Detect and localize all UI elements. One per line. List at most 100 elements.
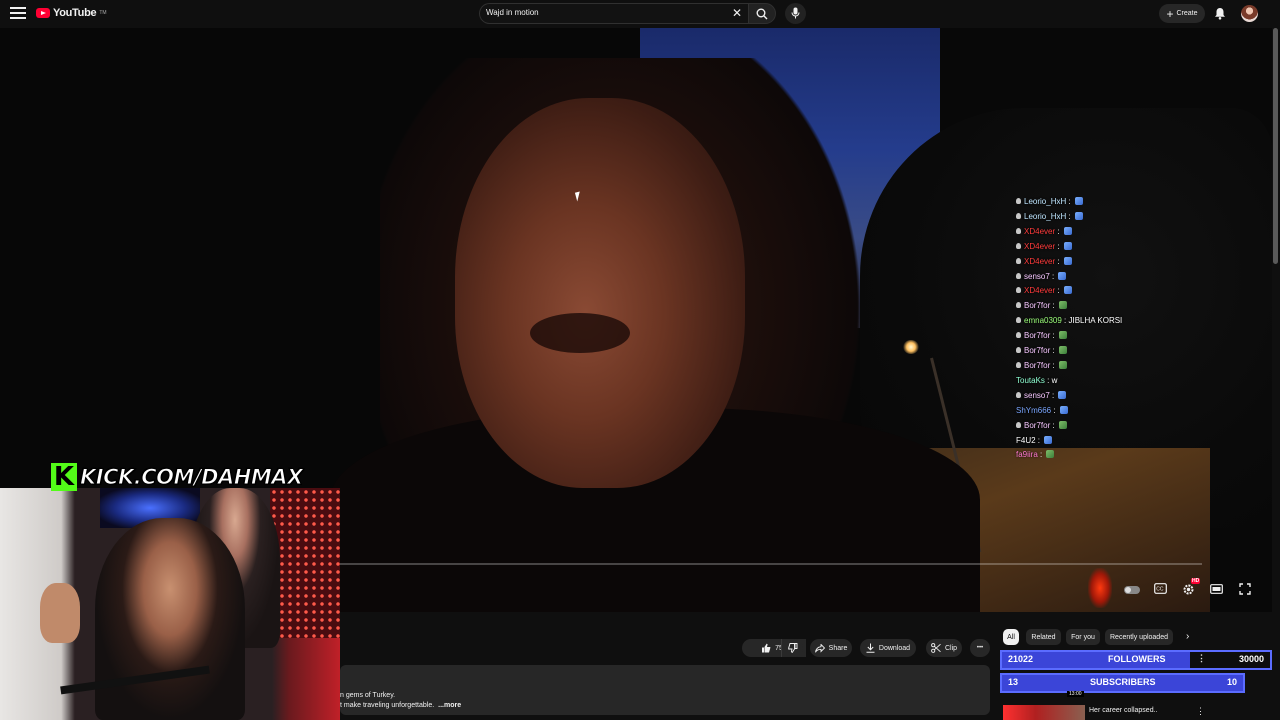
followers-goal-bar: 21022 FOLLOWERS ⋮ 30000 (1000, 650, 1272, 670)
chip-recently-uploaded[interactable]: Recently uploaded (1105, 629, 1173, 645)
create-label: Create (1176, 10, 1198, 17)
chat-message: senso7 : (1016, 389, 1216, 404)
chat-emote-icon (1063, 286, 1072, 295)
chat-emote-icon (1063, 226, 1072, 235)
search-button[interactable] (748, 3, 776, 24)
chat-message: Bor7for : (1016, 344, 1216, 359)
dislike-button[interactable] (781, 639, 803, 657)
chat-separator: : (1050, 331, 1057, 341)
video-progress-bar[interactable] (340, 563, 1202, 565)
chat-badge-icon (1016, 332, 1021, 339)
chat-username: Leorio_HxH (1024, 211, 1067, 221)
chat-message: XD4ever : (1016, 284, 1216, 299)
chat-emote-icon (1058, 420, 1067, 429)
chat-username: XD4ever (1024, 241, 1056, 251)
chat-separator: : (1050, 346, 1057, 356)
account-avatar[interactable] (1241, 5, 1258, 22)
fullscreen-icon[interactable] (1239, 583, 1251, 595)
chat-badge-icon (1016, 421, 1021, 428)
chat-username: Bor7for (1024, 301, 1051, 311)
show-more-link[interactable]: ...more (438, 702, 461, 709)
chat-badge-icon (1016, 361, 1021, 368)
share-label: Share (828, 644, 848, 652)
voice-search-button[interactable] (785, 3, 806, 24)
chat-message: fa9iira : (1016, 448, 1216, 463)
bell-icon[interactable] (1214, 7, 1226, 20)
hd-badge: HD (1191, 578, 1201, 584)
chat-message: Bor7for : (1016, 359, 1216, 374)
chat-username: ToutaKs (1016, 375, 1045, 385)
chat-separator: : (1050, 360, 1057, 370)
cc-icon[interactable]: CC (1154, 583, 1167, 594)
chat-username: F4U2 (1016, 435, 1036, 445)
search-input[interactable]: Wajd in motion (479, 3, 748, 24)
kick-url: KICK.COM/DAHMAX (80, 464, 304, 489)
chat-username: Leorio_HxH (1024, 197, 1067, 206)
autoplay-toggle[interactable] (1124, 586, 1140, 594)
description-box[interactable]: n gems of Turkey. t make traveling unfor… (340, 665, 990, 715)
chat-message: XD4ever : (1016, 255, 1216, 270)
chat-emote-icon (1058, 390, 1067, 399)
search-input-value: Wajd in motion (486, 8, 539, 17)
svg-text:CC: CC (1156, 587, 1164, 593)
thumbs-up-icon (762, 643, 771, 653)
logo-text: YouTube (53, 7, 97, 19)
chat-username: Bor7for (1024, 360, 1051, 370)
clear-search-icon[interactable]: ✕ (732, 7, 742, 19)
more-actions-button[interactable]: ••• (970, 639, 990, 657)
chat-badge-icon (1016, 391, 1021, 398)
chat-emote-icon (1058, 331, 1067, 340)
video-car-light (1088, 568, 1112, 608)
theater-mode-icon[interactable] (1210, 584, 1223, 594)
streamer-webcam (0, 488, 340, 720)
chat-separator: : (1050, 420, 1057, 430)
chip-related[interactable]: Related (1026, 629, 1061, 645)
chat-text: w (1051, 375, 1058, 385)
mic-icon (791, 7, 800, 19)
chat-separator: : (1050, 301, 1057, 311)
share-button[interactable]: Share (810, 639, 852, 657)
logo-trademark: TM (99, 10, 107, 16)
description-line-2-text: t make traveling unforgettable. (340, 702, 435, 709)
more-actions-icon: ••• (976, 645, 984, 651)
chat-message: ToutaKs : w (1016, 374, 1216, 389)
video-subject-mouth (530, 313, 630, 353)
chat-message: Bor7for : (1016, 299, 1216, 314)
chat-username: senso7 (1024, 390, 1050, 400)
chip-for-you[interactable]: For you (1066, 629, 1100, 645)
create-button[interactable]: + Create (1159, 4, 1205, 23)
chat-separator: : (1055, 226, 1062, 236)
followers-current: 21022 (1008, 654, 1034, 664)
plus-icon: + (1166, 6, 1174, 21)
hamburger-menu-icon[interactable] (10, 7, 26, 21)
chat-separator: : (1037, 450, 1045, 460)
chat-emote-icon (1058, 301, 1067, 310)
clip-button[interactable]: Clip (926, 639, 962, 657)
stream-chat-overlay: Leorio_HxH : Leorio_HxH : XD4ever : XD4e… (1016, 195, 1216, 463)
youtube-play-icon (36, 8, 50, 18)
followers-label: FOLLOWERS (1108, 654, 1166, 664)
recommended-video-menu-icon[interactable]: ⋮ (1196, 706, 1205, 717)
description-line-1: n gems of Turkey. (340, 692, 396, 699)
download-button[interactable]: Download (860, 639, 916, 657)
recommended-video-title[interactable]: Her career collapsed.. (1089, 707, 1157, 714)
chat-username: Bor7for (1024, 331, 1051, 341)
chevron-right-icon[interactable]: › (1186, 631, 1189, 642)
webcam-led-panel (270, 488, 340, 638)
download-label: Download (878, 644, 911, 652)
chip-all[interactable]: All (1003, 629, 1019, 645)
gear-icon[interactable] (1182, 583, 1195, 596)
video-street-lamp (903, 340, 919, 354)
chat-username: XD4ever (1024, 226, 1056, 236)
webcam-streamer-hand (40, 583, 80, 643)
youtube-logo[interactable]: YouTube TM (36, 7, 107, 19)
chat-emote-icon (1058, 360, 1067, 369)
chat-username: senso7 (1024, 271, 1050, 281)
chat-badge-icon (1016, 227, 1021, 234)
chat-message: Bor7for : (1016, 419, 1216, 434)
chat-message: Leorio_HxH : (1016, 195, 1216, 210)
page-scrollbar[interactable] (1273, 28, 1278, 264)
recommended-video-thumbnail[interactable] (1003, 705, 1085, 720)
chat-message: XD4ever : (1016, 225, 1216, 240)
chat-separator: : (1055, 256, 1062, 266)
